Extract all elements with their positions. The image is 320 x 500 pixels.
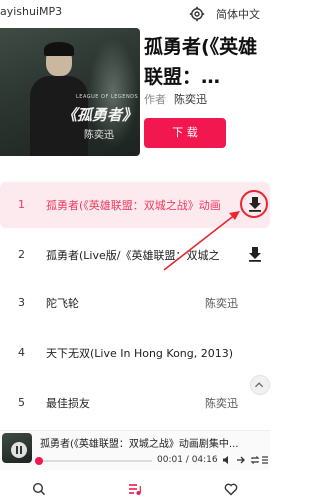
cover-small-text: LEAGUE OF LEGENDS: [76, 94, 139, 100]
annotation-circle: [240, 190, 268, 218]
track-row[interactable]: 5 最佳损友 陈奕迅: [0, 380, 270, 426]
track-artist: 陈奕迅: [205, 297, 238, 310]
author-label: 作者: [144, 93, 166, 106]
track-title: 最佳损友: [46, 397, 90, 410]
search-icon[interactable]: [32, 482, 46, 496]
chevron-up-icon: [255, 382, 264, 388]
player-bar: 孤勇者(《英雄联盟：双城之战》动画剧集中... 00:01 / 04:16: [0, 430, 270, 470]
track-artist: 陈奕迅: [205, 397, 238, 410]
track-title: 天下无双(Live In Hong Kong, 2013): [46, 347, 234, 360]
player-thumbnail: [2, 433, 32, 463]
pause-button[interactable]: [11, 442, 27, 458]
track-row[interactable]: 2 孤勇者(Live版/《英雄联盟：双城之: [0, 232, 270, 278]
language-selector[interactable]: 简体中文: [216, 6, 260, 22]
bottom-nav: [0, 474, 270, 500]
track-number: 5: [18, 396, 25, 409]
player-track-title: 孤勇者(《英雄联盟：双城之战》动画剧集中...: [40, 439, 239, 450]
progress-handle[interactable]: [35, 457, 44, 465]
gear-icon[interactable]: [189, 6, 205, 22]
heart-icon[interactable]: [224, 482, 238, 496]
download-all-button[interactable]: 下 载: [144, 118, 226, 148]
author-name[interactable]: 陈奕迅: [174, 91, 207, 107]
cover-figure-hair: [44, 42, 74, 56]
cover-artist: 陈奕迅: [84, 130, 114, 141]
track-number: 4: [18, 346, 25, 359]
next-icon[interactable]: [236, 455, 246, 465]
track-title: 陀飞轮: [46, 297, 79, 310]
track-number: 1: [18, 198, 25, 211]
track-title: 孤勇者(《英雄联盟：双城之战》动画: [46, 199, 221, 212]
track-title: 孤勇者(Live版/《英雄联盟：双城之: [46, 249, 220, 262]
top-bar: ayishuiMP3 简体中文: [0, 0, 270, 30]
track-number: 3: [18, 296, 25, 309]
app-title: ayishuiMP3: [0, 5, 63, 18]
download-icon[interactable]: [248, 246, 262, 262]
cover-title: 《孤勇者》: [62, 106, 138, 124]
album-title: 孤勇者(《英雄联盟：…: [144, 36, 258, 88]
time-display: 00:01 / 04:16: [157, 455, 218, 465]
scroll-top-button[interactable]: [250, 375, 270, 395]
progress-bar[interactable]: [35, 457, 152, 465]
playlist-icon[interactable]: [128, 482, 142, 496]
volume-icon[interactable]: [222, 455, 232, 465]
track-row[interactable]: 4 天下无双(Live In Hong Kong, 2013): [0, 330, 270, 376]
repeat-icon[interactable]: [250, 455, 260, 465]
track-number: 2: [18, 248, 25, 261]
track-row[interactable]: 1 孤勇者(《英雄联盟：双城之战》动画: [0, 182, 270, 228]
album-cover: LEAGUE OF LEGENDS 《孤勇者》 陈奕迅: [0, 28, 140, 156]
track-row[interactable]: 3 陀飞轮 陈奕迅: [0, 280, 270, 326]
playlist-queue-icon[interactable]: [262, 455, 268, 465]
